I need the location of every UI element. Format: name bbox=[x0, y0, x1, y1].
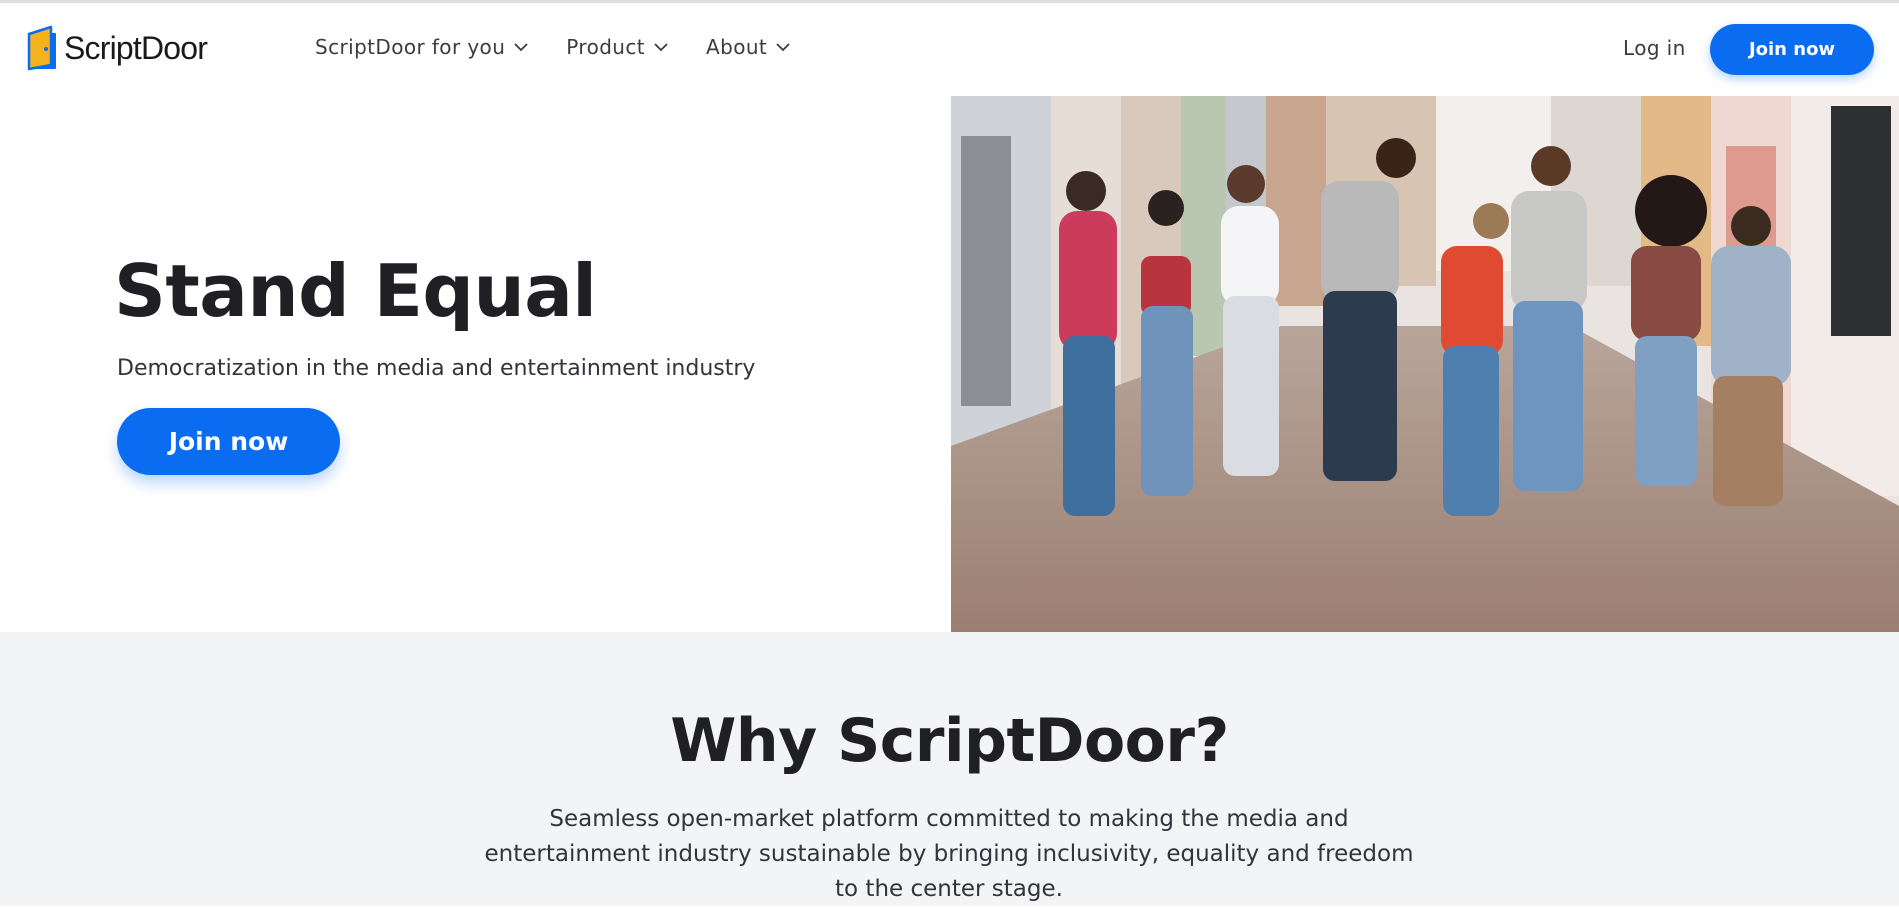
chevron-down-icon bbox=[654, 42, 668, 51]
hero-subtitle: Democratization in the media and enterta… bbox=[117, 356, 756, 381]
main-nav: ScriptDoor for you Product About bbox=[315, 35, 828, 59]
brand-logo[interactable]: ScriptDoor bbox=[26, 24, 208, 72]
nav-item-about[interactable]: About bbox=[706, 35, 790, 59]
join-now-header-button[interactable]: Join now bbox=[1710, 24, 1874, 75]
nav-item-label: About bbox=[706, 35, 768, 59]
nav-item-label: Product bbox=[566, 35, 646, 59]
nav-item-scriptdoor-for-you[interactable]: ScriptDoor for you bbox=[315, 35, 528, 59]
why-description: Seamless open-market platform committed … bbox=[484, 806, 1414, 902]
brand-name: ScriptDoor bbox=[64, 29, 208, 66]
nav-item-product[interactable]: Product bbox=[566, 35, 668, 59]
chevron-down-icon bbox=[514, 42, 528, 51]
why-title: Why ScriptDoor? bbox=[670, 706, 1229, 776]
login-link[interactable]: Log in bbox=[1623, 36, 1686, 60]
door-icon bbox=[27, 25, 56, 71]
site-header: ScriptDoor ScriptDoor for you Product Ab… bbox=[0, 3, 1899, 96]
hero-title: Stand Equal bbox=[114, 249, 597, 333]
chevron-down-icon bbox=[776, 42, 790, 51]
join-now-hero-button[interactable]: Join now bbox=[117, 408, 340, 475]
nav-item-label: ScriptDoor for you bbox=[315, 35, 506, 59]
hero-image bbox=[951, 96, 1899, 632]
